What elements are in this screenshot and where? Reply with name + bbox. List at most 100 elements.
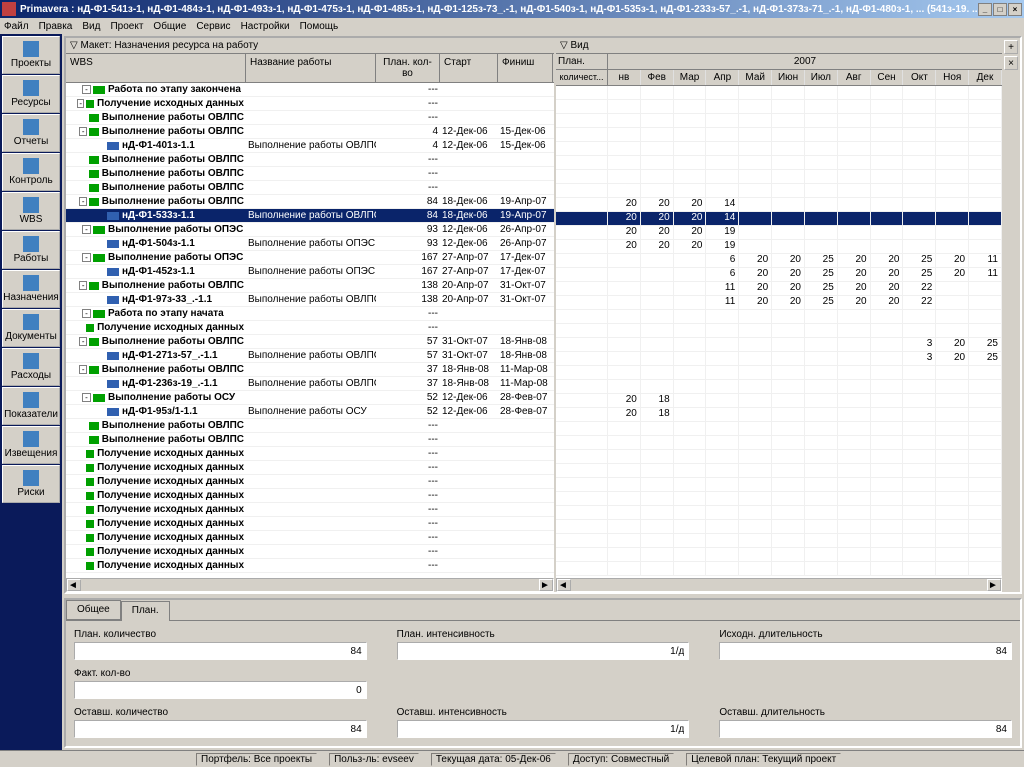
input-rem-qty[interactable]: [74, 720, 367, 738]
expand-icon[interactable]: -: [82, 309, 91, 318]
expand-icon[interactable]: -: [82, 253, 91, 262]
expand-icon[interactable]: -: [79, 337, 87, 346]
sidebar-Документы[interactable]: Документы: [2, 309, 60, 347]
gantt-row[interactable]: [556, 366, 1002, 380]
gantt-row[interactable]: [556, 114, 1002, 128]
sidebar-Проекты[interactable]: Проекты: [2, 36, 60, 74]
table-row[interactable]: нД-Ф1-504з-1.1Выполнение работы ОПЭС9312…: [66, 237, 554, 251]
gantt-row[interactable]: [556, 422, 1002, 436]
table-row[interactable]: Выполнение работы ОВЛПС---: [66, 181, 554, 195]
gantt-row[interactable]: [556, 86, 1002, 100]
col-qty[interactable]: План. кол-во: [376, 54, 440, 82]
table-row[interactable]: нД-Ф1-452з-1.1Выполнение работы ОПЭС1672…: [66, 265, 554, 279]
gantt-row[interactable]: 2018: [556, 394, 1002, 408]
table-row[interactable]: Получение исходных данных---: [66, 321, 554, 335]
table-row[interactable]: Получение исходных данных---: [66, 489, 554, 503]
menu-Сервис[interactable]: Сервис: [196, 21, 230, 32]
col-name[interactable]: Название работы: [246, 54, 376, 82]
expand-icon[interactable]: -: [82, 85, 91, 94]
table-row[interactable]: Выполнение работы ОВЛПС---: [66, 433, 554, 447]
gantt-row[interactable]: [556, 436, 1002, 450]
table-row[interactable]: Получение исходных данных---: [66, 531, 554, 545]
expand-icon[interactable]: -: [82, 393, 91, 402]
sidebar-Контроль[interactable]: Контроль: [2, 153, 60, 191]
menu-Общие[interactable]: Общие: [153, 21, 186, 32]
gantt-row[interactable]: [556, 184, 1002, 198]
gantt-row[interactable]: 11202025202022: [556, 282, 1002, 296]
table-row[interactable]: -Работа по этапу начата---: [66, 307, 554, 321]
sidebar-Риски[interactable]: Риски: [2, 465, 60, 503]
table-row[interactable]: -Работа по этапу закончена---: [66, 83, 554, 97]
menu-Правка[interactable]: Правка: [39, 21, 73, 32]
menu-Файл[interactable]: Файл: [4, 21, 29, 32]
gantt-row[interactable]: [556, 380, 1002, 394]
gantt-row[interactable]: [556, 170, 1002, 184]
gantt-row[interactable]: 62020252020252011: [556, 268, 1002, 282]
gantt-row[interactable]: [556, 464, 1002, 478]
gantt-row[interactable]: 2018: [556, 408, 1002, 422]
table-row[interactable]: Получение исходных данных---: [66, 461, 554, 475]
close-button[interactable]: ×: [1008, 3, 1022, 16]
sidebar-Расходы[interactable]: Расходы: [2, 348, 60, 386]
minimize-button[interactable]: _: [978, 3, 992, 16]
gantt-row[interactable]: 62020252020252011: [556, 254, 1002, 268]
gantt-row[interactable]: [556, 156, 1002, 170]
gantt-row[interactable]: [556, 520, 1002, 534]
h-scrollbar[interactable]: ◄►: [66, 578, 554, 592]
expand-icon[interactable]: -: [77, 99, 84, 108]
gantt-row[interactable]: [556, 492, 1002, 506]
gantt-row[interactable]: 20202019: [556, 226, 1002, 240]
add-button[interactable]: +: [1004, 40, 1018, 54]
sidebar-Отчеты[interactable]: Отчеты: [2, 114, 60, 152]
expand-icon[interactable]: -: [79, 365, 87, 374]
table-row[interactable]: -Выполнение работы ОСУ5212-Дек-0628-Фев-…: [66, 391, 554, 405]
table-row[interactable]: нД-Ф1-97з-33_.-1.1Выполнение работы ОВЛП…: [66, 293, 554, 307]
gantt-row[interactable]: [556, 450, 1002, 464]
expand-icon[interactable]: -: [79, 127, 87, 136]
sidebar-WBS[interactable]: WBS: [2, 192, 60, 230]
table-row[interactable]: -Выполнение работы ОПЭС16727-Апр-0717-Де…: [66, 251, 554, 265]
maximize-button[interactable]: □: [993, 3, 1007, 16]
table-row[interactable]: -Выполнение работы ОВЛПС8418-Дек-0619-Ап…: [66, 195, 554, 209]
table-row[interactable]: -Выполнение работы ОВЛПС412-Дек-0615-Дек…: [66, 125, 554, 139]
sidebar-Извещения[interactable]: Извещения: [2, 426, 60, 464]
table-row[interactable]: Получение исходных данных---: [66, 517, 554, 531]
table-row[interactable]: Выполнение работы ОВЛПС---: [66, 153, 554, 167]
table-row[interactable]: нД-Ф1-236з-19_.-1.1Выполнение работы ОВЛ…: [66, 377, 554, 391]
input-rem-dur[interactable]: [719, 720, 1012, 738]
gantt-row[interactable]: 32025: [556, 352, 1002, 366]
table-row[interactable]: -Выполнение работы ОВЛПС13820-Апр-0731-О…: [66, 279, 554, 293]
expand-icon[interactable]: -: [82, 225, 91, 234]
table-row[interactable]: -Выполнение работы ОВЛПС3718-Янв-0811-Ма…: [66, 363, 554, 377]
table-row[interactable]: нД-Ф1-533з-1.1Выполнение работы ОВЛПС841…: [66, 209, 554, 223]
gantt-row[interactable]: 11202025202022: [556, 296, 1002, 310]
input-fact-qty[interactable]: [74, 681, 367, 699]
input-rem-int[interactable]: [397, 720, 690, 738]
col-start[interactable]: Старт: [440, 54, 498, 82]
gantt-row[interactable]: [556, 324, 1002, 338]
tab-plan[interactable]: План.: [121, 601, 170, 621]
sidebar-Ресурсы[interactable]: Ресурсы: [2, 75, 60, 113]
menu-Проект[interactable]: Проект: [110, 21, 143, 32]
col-wbs[interactable]: WBS: [66, 54, 246, 82]
menu-Помощь[interactable]: Помощь: [300, 21, 339, 32]
tab-general[interactable]: Общее: [66, 600, 121, 620]
gantt-row[interactable]: [556, 534, 1002, 548]
table-row[interactable]: -Выполнение работы ОПЭС9312-Дек-0626-Апр…: [66, 223, 554, 237]
gantt-row[interactable]: [556, 562, 1002, 576]
menu-Настройки[interactable]: Настройки: [241, 21, 290, 32]
gantt-row[interactable]: 20202019: [556, 240, 1002, 254]
table-row[interactable]: нД-Ф1-401з-1.1Выполнение работы ОВЛПС412…: [66, 139, 554, 153]
sidebar-Показатели[interactable]: Показатели: [2, 387, 60, 425]
table-row[interactable]: Выполнение работы ОВЛПС---: [66, 167, 554, 181]
table-row[interactable]: нД-Ф1-95з/1-1.1Выполнение работы ОСУ5212…: [66, 405, 554, 419]
input-plan-int[interactable]: [397, 642, 690, 660]
table-row[interactable]: Получение исходных данных---: [66, 545, 554, 559]
table-row[interactable]: Получение исходных данных---: [66, 559, 554, 573]
gantt-row[interactable]: [556, 310, 1002, 324]
gantt-row[interactable]: [556, 128, 1002, 142]
gantt-h-scrollbar[interactable]: ◄►: [556, 578, 1002, 592]
layout-header[interactable]: ▽ Макет: Назначения ресурса на работу: [66, 38, 554, 54]
table-row[interactable]: Получение исходных данных---: [66, 447, 554, 461]
table-row[interactable]: Получение исходных данных---: [66, 503, 554, 517]
